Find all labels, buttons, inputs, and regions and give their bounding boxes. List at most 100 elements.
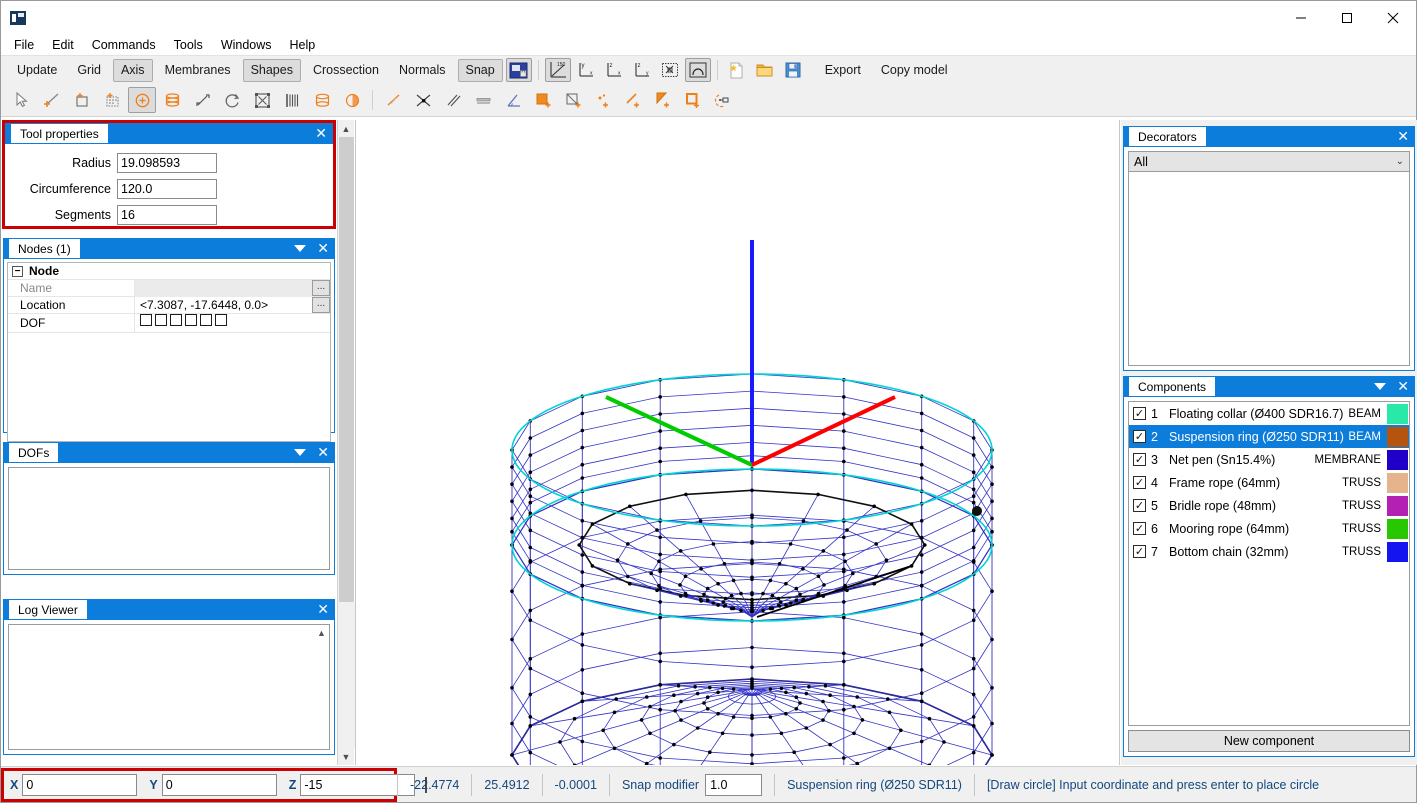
new-file-icon[interactable] bbox=[724, 58, 750, 82]
toolbar-crossection-button[interactable]: Crossection bbox=[305, 59, 387, 82]
component-color-swatch[interactable] bbox=[1387, 449, 1408, 470]
view-zx-icon[interactable]: z x bbox=[601, 58, 627, 82]
component-row[interactable]: ✓ 5 Bridle rope (48mm) TRUSS bbox=[1129, 494, 1409, 517]
component-row[interactable]: ✓ 2 Suspension ring (Ø250 SDR11) BEAM bbox=[1129, 425, 1409, 448]
node-location-value[interactable]: <7.3087, -17.6448, 0.0> bbox=[134, 296, 312, 314]
dof-checkbox-3[interactable] bbox=[170, 313, 182, 326]
close-icon[interactable]: ✕ bbox=[317, 242, 329, 256]
component-visibility-checkbox[interactable]: ✓ bbox=[1133, 476, 1146, 489]
angle-icon[interactable] bbox=[499, 87, 527, 113]
new-component-button[interactable]: New component bbox=[1128, 730, 1410, 752]
toolbar-snap-button[interactable]: Snap bbox=[457, 58, 503, 82]
view-zy-icon[interactable]: z y bbox=[629, 58, 655, 82]
menu-tools[interactable]: Tools bbox=[165, 36, 212, 54]
maximize-button[interactable] bbox=[1324, 1, 1370, 34]
chevron-up-icon[interactable]: ▲ bbox=[338, 120, 355, 137]
add-point-icon[interactable] bbox=[589, 87, 617, 113]
3d-model-viewport[interactable] bbox=[355, 120, 1120, 765]
close-icon[interactable]: ✕ bbox=[1397, 380, 1409, 394]
save-disk-icon[interactable] bbox=[780, 58, 806, 82]
component-color-swatch[interactable] bbox=[1387, 495, 1408, 516]
minimize-button[interactable] bbox=[1278, 1, 1324, 34]
menu-edit[interactable]: Edit bbox=[43, 36, 83, 54]
chevron-down-icon[interactable] bbox=[294, 449, 307, 456]
circumference-input[interactable] bbox=[117, 179, 217, 199]
radius-input[interactable] bbox=[117, 153, 217, 173]
toolbar-normals-button[interactable]: Normals bbox=[391, 59, 454, 82]
dof-checkbox-2[interactable] bbox=[155, 313, 167, 326]
chevron-down-icon[interactable]: ▼ bbox=[338, 748, 355, 765]
draw-line-icon[interactable] bbox=[38, 87, 66, 113]
component-color-swatch[interactable] bbox=[1387, 472, 1408, 493]
mirror-array-icon[interactable] bbox=[278, 87, 306, 113]
component-row[interactable]: ✓ 6 Mooring rope (64mm) TRUSS bbox=[1129, 517, 1409, 540]
dof-checkbox-5[interactable] bbox=[200, 313, 212, 326]
close-icon[interactable]: ✕ bbox=[317, 446, 329, 460]
node-name-row[interactable]: Name ... bbox=[8, 279, 330, 297]
view-xz-icon[interactable]: y x bbox=[573, 58, 599, 82]
draw-rectangle-icon[interactable] bbox=[68, 87, 96, 113]
equal-lines-icon[interactable] bbox=[469, 87, 497, 113]
add-line-icon[interactable] bbox=[619, 87, 647, 113]
screenshot-icon[interactable] bbox=[505, 58, 532, 82]
close-icon[interactable]: ✕ bbox=[317, 603, 329, 617]
half-circle-icon[interactable] bbox=[338, 87, 366, 113]
snap-modifier-input[interactable] bbox=[705, 773, 763, 796]
dofs-list[interactable] bbox=[8, 467, 330, 570]
view-fit-icon[interactable] bbox=[657, 58, 683, 82]
close-button[interactable] bbox=[1370, 1, 1416, 34]
chevron-down-icon[interactable] bbox=[294, 245, 307, 252]
cylinder-mesh-icon[interactable] bbox=[308, 87, 336, 113]
menu-help[interactable]: Help bbox=[281, 36, 325, 54]
menu-windows[interactable]: Windows bbox=[212, 36, 281, 54]
add-quad-icon[interactable] bbox=[559, 87, 587, 113]
decorators-list[interactable] bbox=[1128, 172, 1410, 366]
decorators-filter-select[interactable]: All ⌄ bbox=[1128, 151, 1410, 172]
node-location-browse-button[interactable]: ... bbox=[312, 297, 330, 313]
log-viewer-scrollbar[interactable]: ▲ bbox=[314, 624, 330, 750]
dof-checkbox-4[interactable] bbox=[185, 313, 197, 326]
revolve-icon[interactable] bbox=[218, 87, 246, 113]
node-group-row[interactable]: − Node bbox=[8, 263, 330, 280]
component-visibility-checkbox[interactable]: ✓ bbox=[1133, 407, 1146, 420]
chevron-up-icon[interactable]: ▲ bbox=[314, 625, 329, 641]
component-row[interactable]: ✓ 4 Frame rope (64mm) TRUSS bbox=[1129, 471, 1409, 494]
left-dock-scrollbar[interactable]: ▲ ▼ bbox=[337, 120, 355, 765]
menu-commands[interactable]: Commands bbox=[83, 36, 165, 54]
export-button[interactable]: Export bbox=[817, 59, 869, 82]
scrollbar-thumb[interactable] bbox=[338, 137, 354, 602]
component-row[interactable]: ✓ 1 Floating collar (Ø400 SDR16.7) BEAM bbox=[1129, 402, 1409, 425]
chevron-down-icon[interactable] bbox=[1374, 383, 1387, 390]
draw-circle-icon[interactable] bbox=[128, 87, 156, 113]
add-square-icon[interactable] bbox=[679, 87, 707, 113]
component-color-swatch[interactable] bbox=[1387, 518, 1408, 539]
add-curve-icon[interactable] bbox=[709, 87, 737, 113]
node-name-browse-button[interactable]: ... bbox=[312, 280, 330, 296]
component-visibility-checkbox[interactable]: ✓ bbox=[1133, 499, 1146, 512]
parallel-lines-icon[interactable] bbox=[439, 87, 467, 113]
close-icon[interactable]: ✕ bbox=[315, 127, 327, 141]
node-location-row[interactable]: Location <7.3087, -17.6448, 0.0> ... bbox=[8, 296, 330, 314]
intersect-icon[interactable] bbox=[409, 87, 437, 113]
y-input[interactable] bbox=[161, 773, 277, 796]
chevron-down-icon[interactable]: ⌄ bbox=[1396, 156, 1404, 167]
toolbar-membranes-button[interactable]: Membranes bbox=[157, 59, 239, 82]
dof-checkbox-1[interactable] bbox=[140, 313, 152, 326]
component-color-swatch[interactable] bbox=[1387, 403, 1408, 424]
component-visibility-checkbox[interactable]: ✓ bbox=[1133, 545, 1146, 558]
view-perspective-icon[interactable] bbox=[684, 58, 711, 82]
select-arrow-icon[interactable] bbox=[8, 87, 36, 113]
component-visibility-checkbox[interactable]: ✓ bbox=[1133, 522, 1146, 535]
toolbar-shapes-button[interactable]: Shapes bbox=[242, 58, 301, 82]
add-triangle-icon[interactable] bbox=[649, 87, 677, 113]
toolbar-grid-button[interactable]: Grid bbox=[69, 59, 109, 82]
component-visibility-checkbox[interactable]: ✓ bbox=[1133, 430, 1146, 443]
component-color-swatch[interactable] bbox=[1387, 541, 1408, 562]
collapse-icon[interactable]: − bbox=[12, 265, 23, 277]
add-face-icon[interactable] bbox=[529, 87, 557, 113]
menu-file[interactable]: File bbox=[5, 36, 43, 54]
line-segment-icon[interactable] bbox=[379, 87, 407, 113]
component-color-swatch[interactable] bbox=[1387, 426, 1408, 447]
component-row[interactable]: ✓ 3 Net pen (Sn15.4%) MEMBRANE bbox=[1129, 448, 1409, 471]
close-icon[interactable]: ✕ bbox=[1397, 130, 1409, 144]
